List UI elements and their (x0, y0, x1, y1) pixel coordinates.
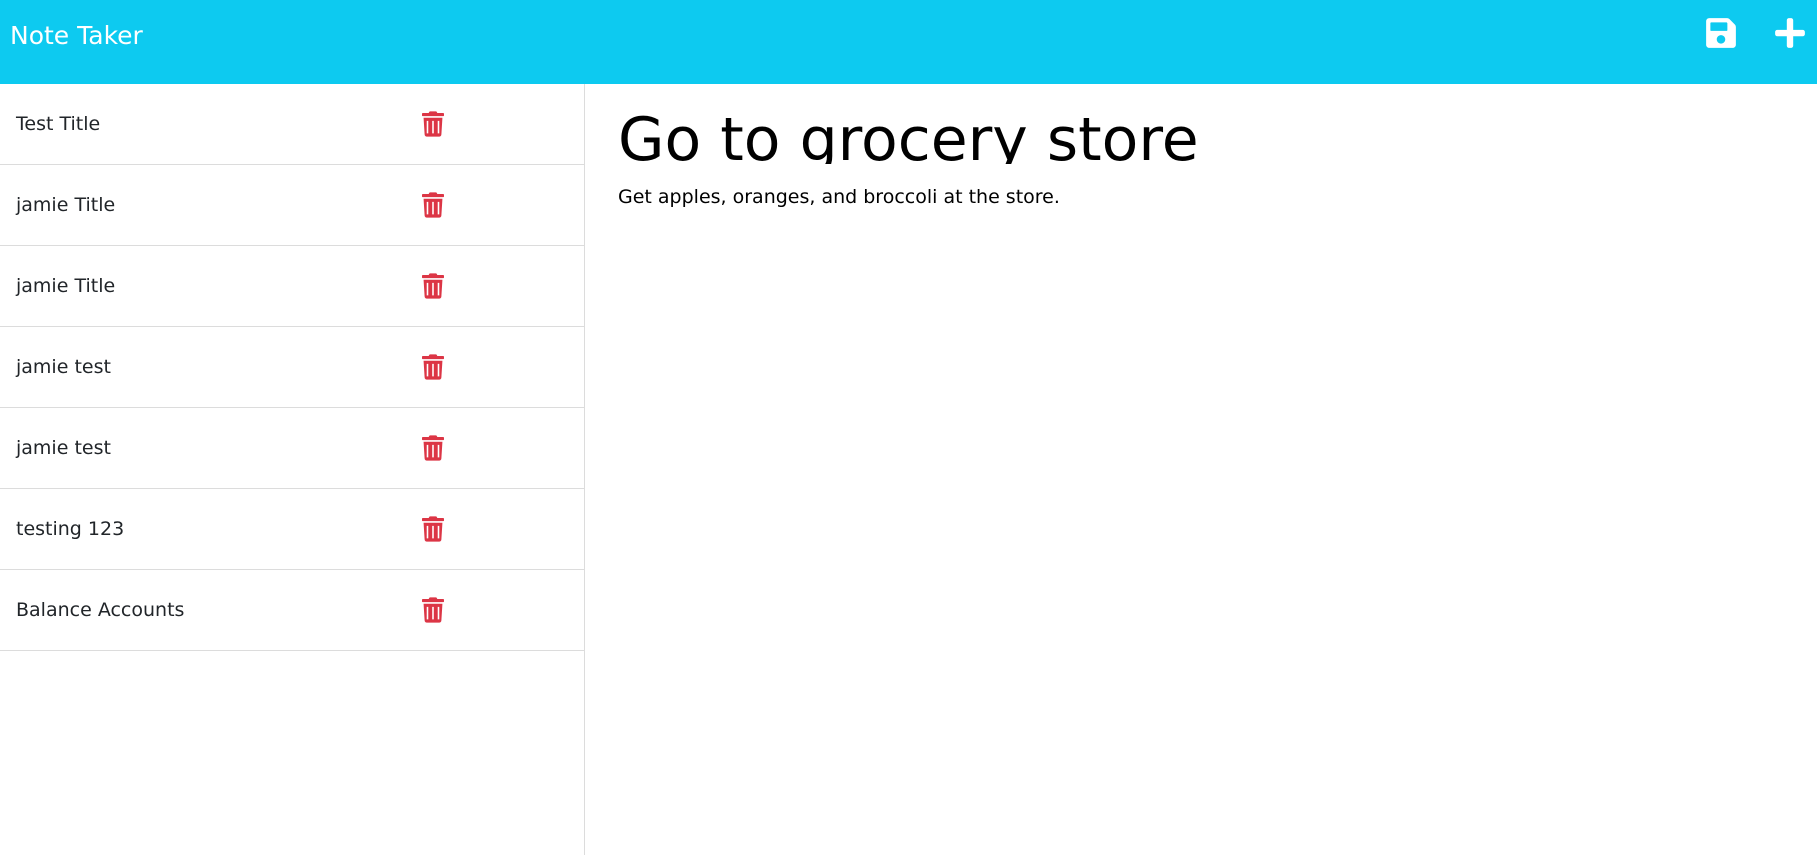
note-list-item-title[interactable]: Balance Accounts (16, 598, 184, 622)
note-list-item[interactable]: jamie Title (0, 165, 584, 246)
delete-note-icon[interactable] (422, 192, 444, 218)
note-title-field[interactable]: Go to grocery store (618, 102, 1768, 164)
floppy-disk-icon (1706, 18, 1736, 48)
plus-icon (1775, 18, 1805, 48)
note-text-field[interactable]: Get apples, oranges, and broccoli at the… (618, 185, 1060, 209)
new-note-icon[interactable] (1773, 16, 1807, 50)
note-list-item-title[interactable]: jamie Title (16, 274, 115, 298)
trash-icon (422, 273, 444, 299)
trash-icon (422, 516, 444, 542)
delete-note-icon[interactable] (422, 516, 444, 542)
trash-icon (422, 354, 444, 380)
trash-icon (422, 597, 444, 623)
note-list-item[interactable]: Balance Accounts (0, 570, 584, 651)
note-list-item-title[interactable]: testing 123 (16, 517, 124, 541)
note-list-item[interactable]: jamie Title (0, 246, 584, 327)
note-editor: Go to grocery store Get apples, oranges,… (585, 84, 1817, 855)
trash-icon (422, 435, 444, 461)
note-list-item-title[interactable]: jamie test (16, 436, 111, 460)
app-title[interactable]: Note Taker (10, 21, 143, 51)
delete-note-icon[interactable] (422, 597, 444, 623)
delete-note-icon[interactable] (422, 111, 444, 137)
note-list-item-title[interactable]: Test Title (16, 112, 100, 136)
note-list-item[interactable]: Test Title (0, 84, 584, 165)
note-sidebar: Test Title jamie Title jamie Title jamie… (0, 84, 585, 855)
note-list-item-title[interactable]: jamie Title (16, 193, 115, 217)
note-list: Test Title jamie Title jamie Title jamie… (0, 84, 584, 651)
delete-note-icon[interactable] (422, 273, 444, 299)
delete-note-icon[interactable] (422, 354, 444, 380)
note-list-item[interactable]: jamie test (0, 327, 584, 408)
delete-note-icon[interactable] (422, 435, 444, 461)
trash-icon (422, 192, 444, 218)
save-note-icon[interactable] (1704, 16, 1738, 50)
navbar: Note Taker (0, 0, 1817, 84)
trash-icon (422, 111, 444, 137)
note-list-item[interactable]: jamie test (0, 408, 584, 489)
note-list-item[interactable]: testing 123 (0, 489, 584, 570)
note-list-item-title[interactable]: jamie test (16, 355, 111, 379)
